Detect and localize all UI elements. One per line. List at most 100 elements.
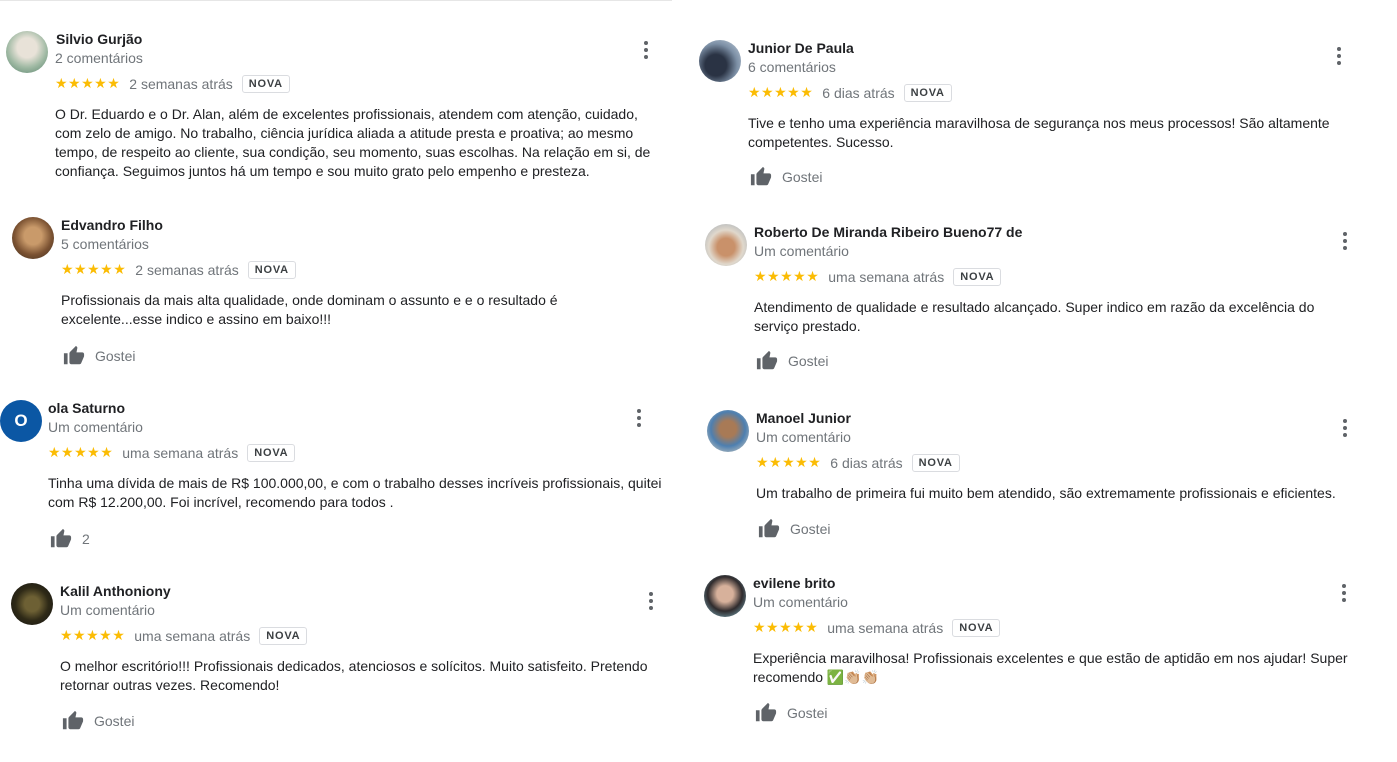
more-options-icon[interactable] — [1342, 232, 1348, 250]
thumbs-up-icon — [50, 528, 72, 548]
star-rating: ★★★★★ — [748, 85, 814, 101]
rating-row: ★★★★★ uma semana atrás NOVA — [754, 268, 1002, 286]
reviewer-name[interactable]: Manoel Junior — [756, 410, 851, 426]
star-rating: ★★★★★ — [61, 262, 127, 278]
reviewer-name[interactable]: Kalil Anthoniony — [60, 583, 171, 599]
like-button[interactable]: Gostei — [755, 350, 828, 372]
like-label: Gostei — [94, 713, 135, 729]
review-date: 6 dias atrás — [822, 85, 895, 101]
more-options-icon[interactable] — [643, 41, 649, 59]
new-badge: NOVA — [952, 619, 1001, 637]
like-button[interactable]: 2 — [49, 528, 90, 550]
more-options-icon[interactable] — [1342, 419, 1348, 437]
reviewer-review-count[interactable]: Um comentário — [754, 243, 849, 259]
review-text: Um trabalho de primeira fui muito bem at… — [756, 485, 1336, 501]
thumbs-up-icon — [62, 710, 84, 730]
review-text: Tinha uma dívida de mais de R$ 100.000,0… — [48, 475, 662, 510]
reviewer-review-count[interactable]: Um comentário — [60, 602, 155, 618]
star-rating: ★★★★★ — [60, 628, 126, 644]
review-text: Experiência maravilhosa! Profissionais e… — [753, 650, 1348, 685]
more-options-icon[interactable] — [648, 592, 654, 610]
reviewer-review-count[interactable]: Um comentário — [756, 429, 851, 445]
new-badge: NOVA — [911, 454, 960, 472]
review-date: uma semana atrás — [134, 628, 251, 644]
avatar[interactable] — [707, 410, 749, 452]
thumbs-up-icon — [758, 518, 780, 538]
rating-row: ★★★★★ uma semana atrás NOVA — [753, 619, 1001, 637]
rating-row: ★★★★★ 2 semanas atrás NOVA — [61, 261, 296, 279]
star-rating: ★★★★★ — [753, 620, 819, 636]
new-badge: NOVA — [241, 75, 290, 93]
star-rating: ★★★★★ — [48, 445, 114, 461]
new-badge: NOVA — [247, 444, 296, 462]
review-text: Profissionais da mais alta qualidade, on… — [61, 292, 558, 327]
like-label: Gostei — [788, 353, 829, 369]
review-date: 6 dias atrás — [830, 455, 903, 471]
new-badge: NOVA — [247, 261, 296, 279]
avatar[interactable] — [11, 583, 53, 625]
review-card: Silvio Gurjão 2 comentários ★★★★★ 2 sema… — [6, 31, 666, 191]
review-card: Manoel Junior Um comentário ★★★★★ 6 dias… — [707, 410, 1367, 560]
reviewer-name[interactable]: ola Saturno — [48, 400, 125, 416]
like-count: 2 — [82, 531, 90, 547]
review-date: 2 semanas atrás — [129, 76, 233, 92]
thumbs-up-icon — [755, 702, 777, 722]
review-text: O melhor escritório!!! Profissionais ded… — [60, 658, 648, 693]
review-card: Kalil Anthoniony Um comentário ★★★★★ uma… — [11, 583, 681, 743]
reviewer-name[interactable]: evilene brito — [753, 575, 835, 591]
reviewer-name[interactable]: Junior De Paula — [748, 40, 854, 56]
like-label: Gostei — [95, 348, 136, 364]
reviewer-review-count[interactable]: 2 comentários — [55, 50, 143, 66]
avatar[interactable] — [12, 217, 54, 259]
thumbs-up-icon — [756, 350, 778, 370]
avatar[interactable] — [699, 40, 741, 82]
new-badge: NOVA — [953, 268, 1002, 286]
more-options-icon[interactable] — [1341, 584, 1347, 602]
thumbs-up-icon — [750, 166, 772, 186]
reviewer-review-count[interactable]: 6 comentários — [748, 59, 836, 75]
star-rating: ★★★★★ — [55, 76, 121, 92]
avatar[interactable] — [704, 575, 746, 617]
review-text: O Dr. Eduardo e o Dr. Alan, além de exce… — [55, 106, 651, 179]
like-button[interactable]: Gostei — [754, 702, 827, 724]
reviewer-review-count[interactable]: Um comentário — [48, 419, 143, 435]
reviewer-review-count[interactable]: Um comentário — [753, 594, 848, 610]
avatar[interactable] — [705, 224, 747, 266]
like-label: Gostei — [782, 169, 823, 185]
review-card: evilene brito Um comentário ★★★★★ uma se… — [704, 575, 1394, 735]
top-divider — [0, 0, 672, 1]
like-button[interactable]: Gostei — [749, 166, 822, 188]
rating-row: ★★★★★ 6 dias atrás NOVA — [756, 454, 960, 472]
like-button[interactable]: Gostei — [61, 710, 134, 732]
reviewer-name[interactable]: Silvio Gurjão — [56, 31, 142, 47]
more-options-icon[interactable] — [1336, 47, 1342, 65]
thumbs-up-icon — [63, 345, 85, 365]
new-badge: NOVA — [903, 84, 952, 102]
rating-row: ★★★★★ uma semana atrás NOVA — [60, 627, 308, 645]
star-rating: ★★★★★ — [756, 455, 822, 471]
review-text: Tive e tenho uma experiência maravilhosa… — [748, 115, 1330, 150]
new-badge: NOVA — [259, 627, 308, 645]
more-options-icon[interactable] — [636, 409, 642, 427]
reviewer-name[interactable]: Roberto De Miranda Ribeiro Bueno77 de — [754, 224, 1022, 240]
review-text: Atendimento de qualidade e resultado alc… — [754, 299, 1315, 334]
like-button[interactable]: Gostei — [62, 345, 135, 367]
review-date: uma semana atrás — [122, 445, 239, 461]
avatar[interactable]: O — [0, 400, 42, 442]
reviewer-review-count[interactable]: 5 comentários — [61, 236, 149, 252]
avatar[interactable] — [6, 31, 48, 73]
review-date: uma semana atrás — [827, 620, 944, 636]
like-button[interactable]: Gostei — [757, 518, 830, 540]
review-card: Junior De Paula 6 comentários ★★★★★ 6 di… — [699, 40, 1359, 190]
reviewer-name[interactable]: Edvandro Filho — [61, 217, 163, 233]
like-label: Gostei — [787, 705, 828, 721]
review-date: 2 semanas atrás — [135, 262, 239, 278]
review-card: Edvandro Filho 5 comentários ★★★★★ 2 sem… — [12, 217, 672, 367]
review-card: Roberto De Miranda Ribeiro Bueno77 de Um… — [705, 224, 1365, 374]
rating-row: ★★★★★ 2 semanas atrás NOVA — [55, 75, 290, 93]
review-card: O ola Saturno Um comentário ★★★★★ uma se… — [0, 400, 672, 550]
rating-row: ★★★★★ uma semana atrás NOVA — [48, 444, 296, 462]
review-date: uma semana atrás — [828, 269, 945, 285]
like-label: Gostei — [790, 521, 831, 537]
rating-row: ★★★★★ 6 dias atrás NOVA — [748, 84, 952, 102]
